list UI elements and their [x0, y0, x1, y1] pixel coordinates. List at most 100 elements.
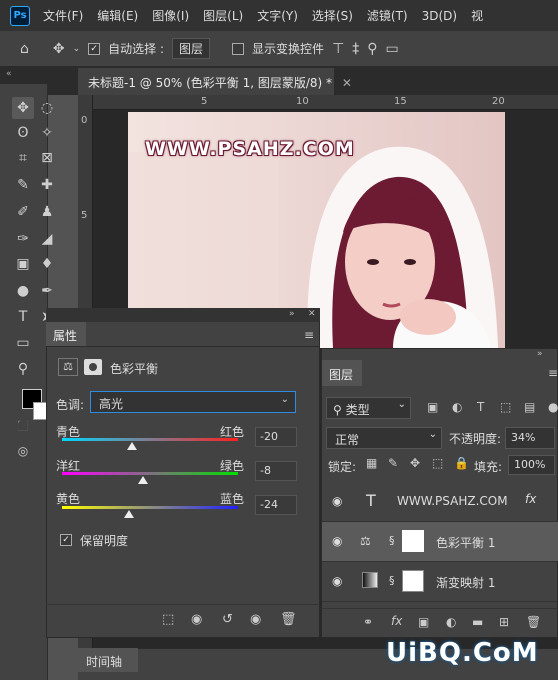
magenta-green-value-input[interactable]: -8	[255, 461, 297, 481]
document-tab[interactable]: 未标题-1 @ 50% (色彩平衡 1, 图层蒙版/8) * ✕	[78, 68, 352, 95]
stamp-tool-icon[interactable]: ♟	[36, 201, 58, 223]
opacity-input[interactable]: 34%	[505, 427, 555, 449]
timeline-tab[interactable]: 时间轴	[78, 648, 138, 672]
reset-icon[interactable]: ↺	[222, 612, 233, 627]
swap-colors-icon[interactable]: ⬛	[12, 415, 34, 437]
home-icon[interactable]: ⌂	[20, 41, 29, 57]
zoom-tool-icon[interactable]: ⚲	[12, 358, 34, 380]
menu-select[interactable]: 选择(S)	[305, 7, 360, 24]
magenta-green-slider-track[interactable]	[62, 472, 238, 475]
workspace-icon[interactable]: ▭	[386, 41, 399, 57]
close-icon[interactable]: ✕	[308, 309, 316, 319]
auto-select-checkbox[interactable]: ✓	[88, 42, 101, 55]
show-transform-checkbox[interactable]	[232, 42, 245, 55]
trash-icon[interactable]: 🗑	[280, 612, 297, 627]
group-folder-icon[interactable]: ▬	[472, 615, 483, 629]
fx-icon[interactable]: fx	[391, 614, 402, 628]
preserve-luminosity-checkbox[interactable]: ✓	[60, 534, 72, 546]
link-layers-icon[interactable]: ⚭	[363, 615, 373, 629]
filter-pixel-icon[interactable]: ▣	[427, 400, 438, 414]
visibility-eye-icon[interactable]: ◉	[332, 494, 342, 508]
properties-panel-titlebar[interactable]	[46, 308, 320, 322]
visibility-eye-icon[interactable]: ◉	[332, 534, 342, 548]
blur-tool-icon[interactable]: ♦	[36, 253, 58, 275]
lasso-tool-icon[interactable]: ʘ	[12, 122, 34, 144]
collapse-icon[interactable]: »	[289, 309, 295, 319]
panel-menu-icon[interactable]: ≡	[304, 328, 314, 342]
layer-mask-icon[interactable]	[84, 359, 102, 375]
magic-wand-tool-icon[interactable]: ✧	[36, 122, 58, 144]
quick-mask-icon[interactable]: ◎	[12, 440, 34, 462]
layer-name[interactable]: 色彩平衡 1	[436, 534, 495, 551]
link-icon[interactable]: §	[389, 574, 395, 587]
search-icon[interactable]: ⚲	[367, 41, 377, 57]
fx-icon[interactable]: fx	[525, 492, 536, 506]
yellow-blue-value-input[interactable]: -24	[255, 495, 297, 515]
move-tool-icon[interactable]: ✥	[12, 97, 34, 119]
fill-input[interactable]: 100%	[508, 455, 555, 475]
close-icon[interactable]: ✕	[342, 76, 352, 90]
menu-file[interactable]: 文件(F)	[36, 7, 90, 24]
gradient-tool-icon[interactable]: ▣	[12, 253, 34, 275]
dodge-tool-icon[interactable]: ●	[12, 280, 34, 302]
chevron-down-icon[interactable]: ⌄	[73, 44, 81, 54]
marquee-tool-icon[interactable]: ◌	[36, 97, 58, 119]
yellow-blue-slider-thumb[interactable]	[123, 510, 134, 518]
crop-tool-icon[interactable]: ⌗	[12, 147, 34, 169]
visibility-eye-icon[interactable]: ◉	[250, 612, 261, 627]
menu-layer[interactable]: 图层(L)	[196, 7, 250, 24]
add-mask-icon[interactable]: ▣	[418, 615, 429, 629]
layer-row[interactable]: ◉ § 渐变映射 1	[322, 562, 558, 602]
lock-transparent-icon[interactable]: ▦	[366, 456, 377, 470]
cyan-red-slider-track[interactable]	[62, 438, 238, 441]
lock-image-icon[interactable]: ✎	[388, 456, 398, 470]
lock-artboard-icon[interactable]: ⬚	[432, 456, 443, 470]
tone-dropdown[interactable]: 高光 ⌄	[90, 391, 296, 413]
lock-all-icon[interactable]: 🔒	[454, 456, 469, 470]
trash-icon[interactable]: 🗑	[526, 615, 541, 629]
menu-type[interactable]: 文字(Y)	[250, 7, 305, 24]
move-tool-icon[interactable]: ✥	[53, 41, 65, 57]
filter-smart-object-icon[interactable]: ▤	[524, 400, 535, 414]
filter-toggle-icon[interactable]: ●	[548, 400, 558, 414]
pen-tool-icon[interactable]: ✒	[36, 280, 58, 302]
layer-row[interactable]: ◉ T WWW.PSAHZ.COM fx	[322, 482, 558, 522]
menu-edit[interactable]: 编辑(E)	[90, 7, 145, 24]
view-previous-icon[interactable]: ◉	[191, 612, 202, 627]
layers-tab[interactable]: 图层	[322, 360, 362, 386]
magenta-green-slider-thumb[interactable]	[137, 476, 148, 484]
healing-brush-tool-icon[interactable]: ✚	[36, 174, 58, 196]
filter-type-icon[interactable]: T	[477, 400, 484, 414]
menu-filter[interactable]: 滤镜(T)	[360, 7, 415, 24]
layer-row-selected[interactable]: ◉ ⚖ § 色彩平衡 1	[322, 522, 558, 562]
adjustment-layer-icon[interactable]: ◐	[446, 615, 456, 629]
link-icon[interactable]: §	[389, 534, 395, 547]
layer-filter-dropdown[interactable]: ⚲ 类型 ⌄	[326, 397, 411, 419]
layer-mask-thumbnail[interactable]	[402, 570, 424, 592]
menu-view[interactable]: 视	[464, 7, 490, 24]
panel-menu-icon[interactable]: ≡	[548, 366, 558, 380]
align-icon[interactable]: ⊤	[332, 41, 344, 57]
cyan-red-value-input[interactable]: -20	[255, 427, 297, 447]
collapse-icon[interactable]: »	[537, 349, 543, 359]
layer-name[interactable]: 渐变映射 1	[436, 574, 495, 591]
new-layer-icon[interactable]: ⊞	[499, 615, 509, 629]
layer-mask-thumbnail[interactable]	[402, 530, 424, 552]
cyan-red-slider-thumb[interactable]	[127, 442, 138, 450]
clip-to-layer-icon[interactable]: ⬚	[162, 612, 174, 627]
frame-tool-icon[interactable]: ⊠	[36, 147, 58, 169]
collapse-icon[interactable]: «	[6, 69, 12, 79]
lock-position-icon[interactable]: ✥	[410, 456, 420, 470]
history-brush-tool-icon[interactable]: ✑	[12, 228, 34, 250]
filter-adjustment-icon[interactable]: ◐	[452, 400, 462, 414]
align-center-icon[interactable]: ‡	[352, 41, 359, 57]
properties-tab[interactable]: 属性	[46, 322, 86, 346]
brush-tool-icon[interactable]: ✐	[12, 201, 34, 223]
filter-shape-icon[interactable]: ⬚	[500, 400, 511, 414]
blend-mode-dropdown[interactable]: 正常 ⌄	[326, 427, 442, 449]
menu-3d[interactable]: 3D(D)	[415, 9, 464, 23]
visibility-eye-icon[interactable]: ◉	[332, 574, 342, 588]
eraser-tool-icon[interactable]: ◢	[36, 228, 58, 250]
type-tool-icon[interactable]: T	[12, 306, 34, 328]
auto-select-target-dropdown[interactable]: 图层	[172, 38, 211, 59]
